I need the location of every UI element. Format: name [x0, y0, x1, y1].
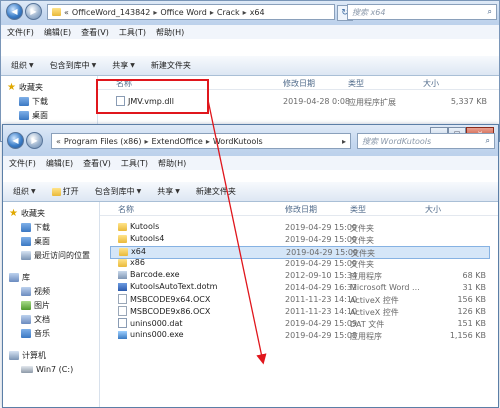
annotation-arrow-icon: [207, 99, 267, 365]
